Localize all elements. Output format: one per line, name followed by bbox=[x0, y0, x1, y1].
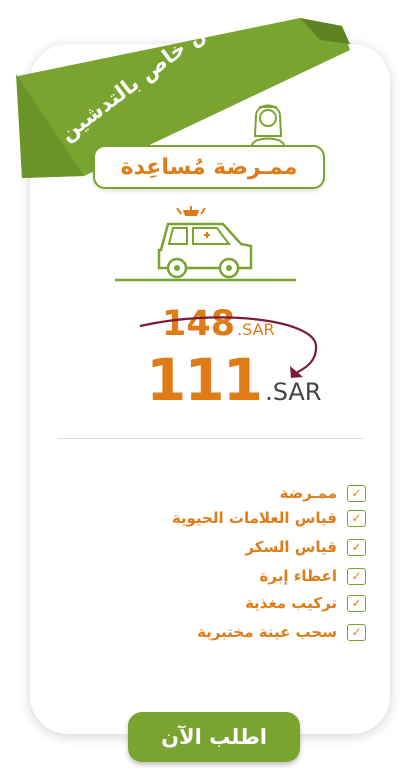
list-item: ✓ تركيب مغذية bbox=[245, 594, 366, 612]
page: عرض خاص بالتدشين ممـرضة مُساعِدة 148 .SA… bbox=[0, 0, 417, 784]
nurse-icon bbox=[251, 104, 285, 146]
feature-label: ممـرضة bbox=[279, 484, 337, 502]
new-price: 111 .SAR bbox=[146, 346, 321, 416]
check-icon: ✓ bbox=[347, 484, 366, 502]
check-icon: ✓ bbox=[347, 623, 366, 641]
new-price-currency: .SAR bbox=[265, 378, 322, 406]
list-item: ✓ قياس العلامات الحيوية bbox=[172, 509, 366, 527]
feature-label: قياس السكر bbox=[245, 538, 337, 556]
service-title: ممـرضة مُساعِدة bbox=[120, 154, 298, 180]
check-icon: ✓ bbox=[347, 538, 366, 556]
check-icon: ✓ bbox=[347, 594, 366, 612]
new-price-amount: 111 bbox=[146, 346, 263, 414]
feature-label: تركيب مغذية bbox=[244, 594, 337, 612]
list-item: ✓ اعطاء إبرة bbox=[260, 567, 366, 585]
order-now-button[interactable]: اطلب الآن bbox=[128, 712, 300, 762]
divider bbox=[58, 438, 364, 439]
list-item: ✓ سحب عينة مختبرية bbox=[197, 623, 366, 641]
check-icon: ✓ bbox=[347, 567, 366, 585]
feature-label: قياس العلامات الحيوية bbox=[171, 509, 337, 527]
order-now-label: اطلب الآن bbox=[161, 725, 267, 749]
service-title-badge: ممـرضة مُساعِدة bbox=[93, 145, 325, 189]
feature-label: سحب عينة مختبرية bbox=[197, 623, 337, 641]
list-item: ✓ قياس السكر bbox=[245, 538, 366, 556]
check-icon: ✓ bbox=[347, 509, 366, 527]
ambulance-car-icon bbox=[115, 206, 296, 282]
feature-label: اعطاء إبرة bbox=[259, 567, 337, 585]
list-item: ✓ ممـرضة bbox=[280, 484, 366, 502]
